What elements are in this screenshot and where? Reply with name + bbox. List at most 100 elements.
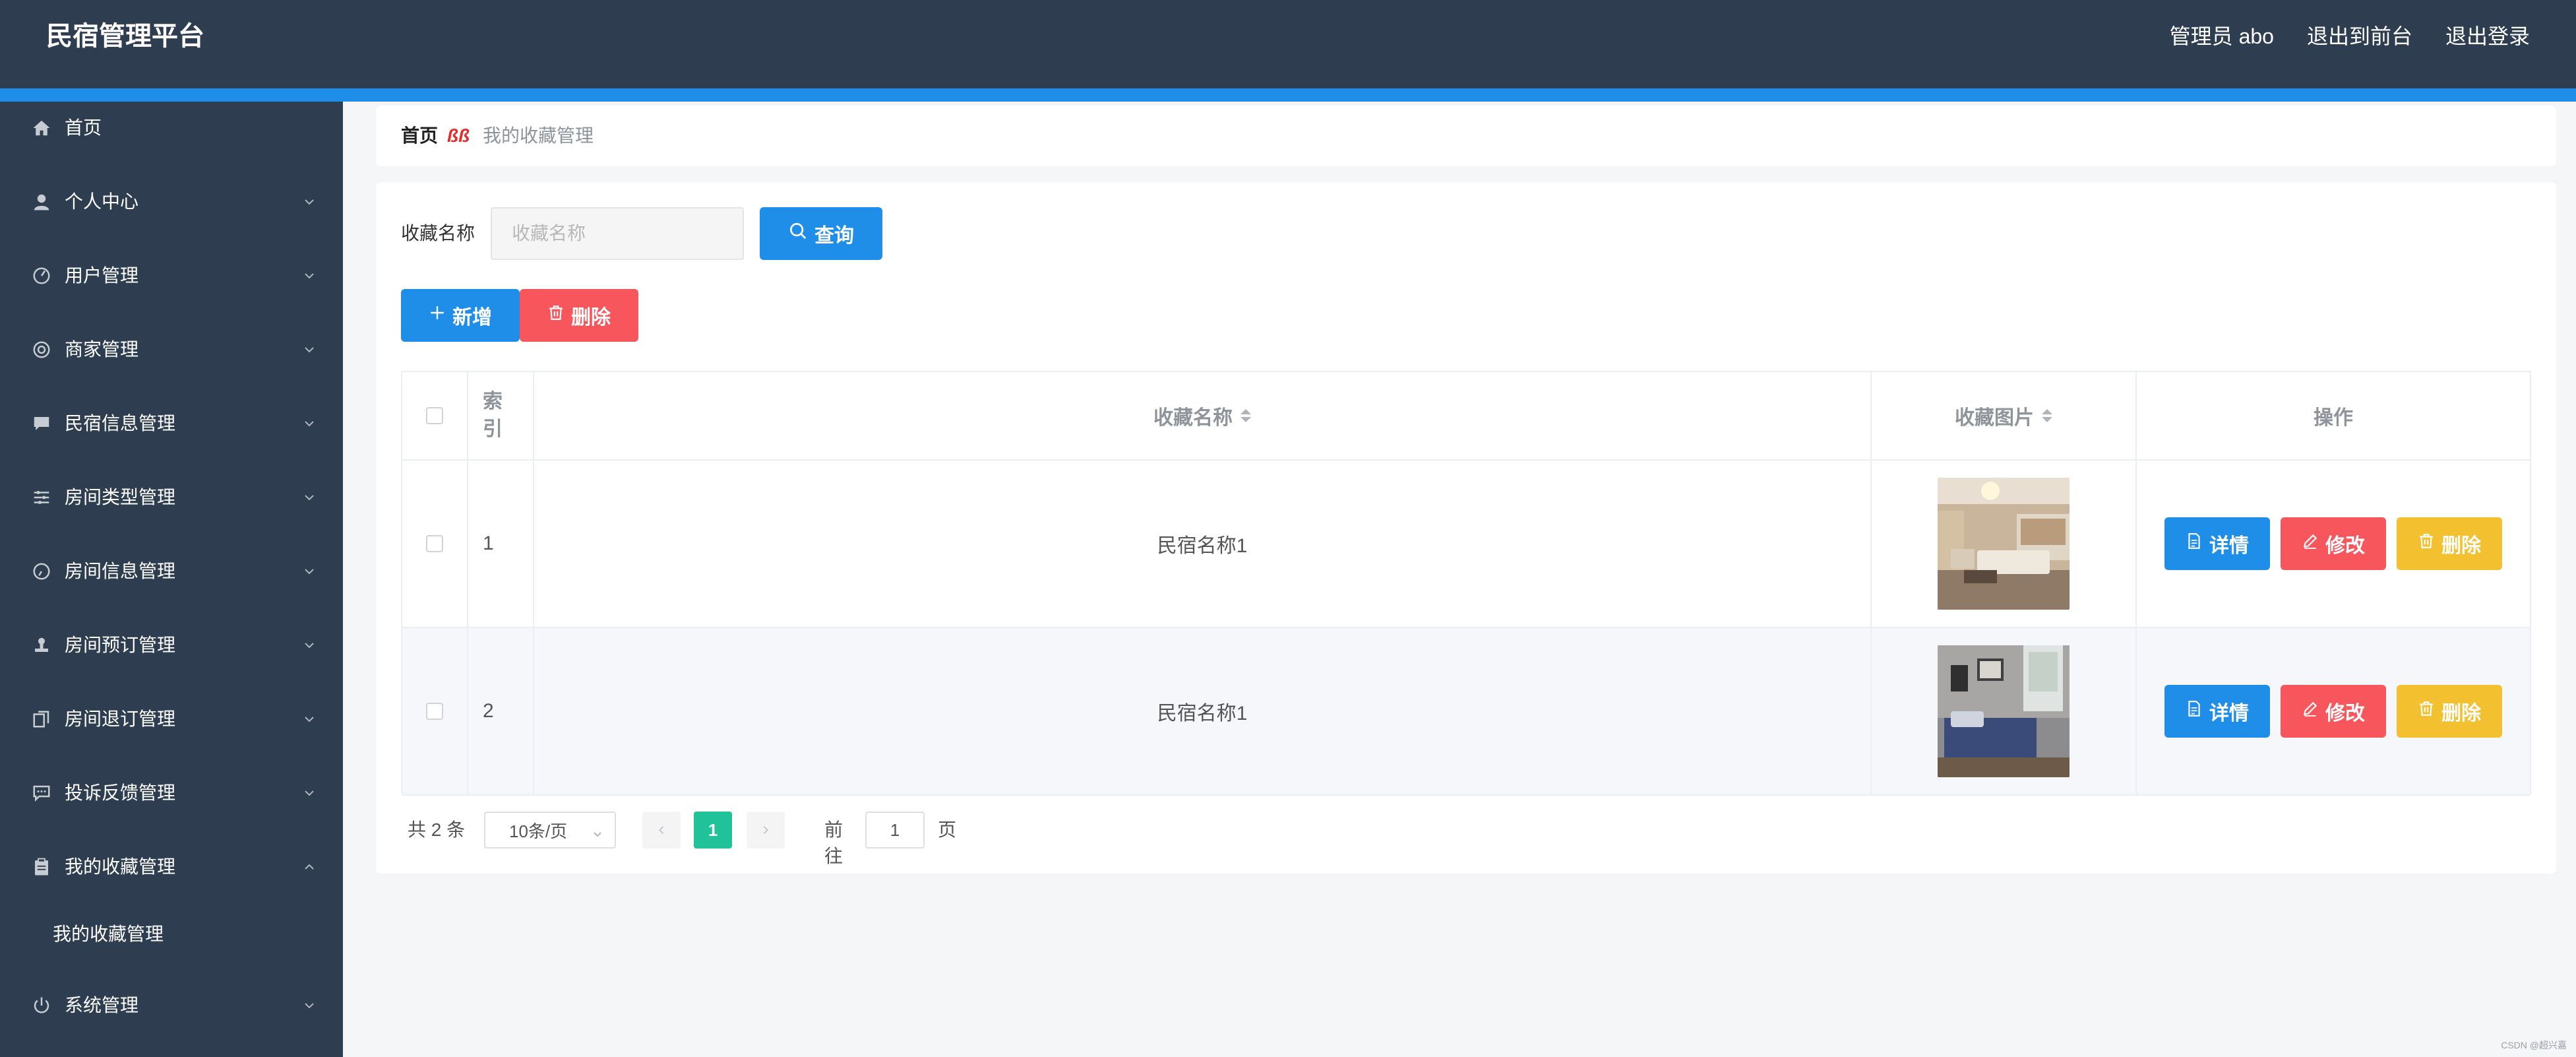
pencil-icon bbox=[2302, 532, 2319, 555]
sidebar-item-homestay-info[interactable]: 民宿信息管理 bbox=[0, 397, 343, 450]
sort-icon[interactable] bbox=[2042, 409, 2052, 422]
breadcrumb-home[interactable]: 首页 bbox=[401, 123, 438, 149]
breadcrumb: 首页 ßß 我的收藏管理 bbox=[376, 106, 2556, 166]
sidebar-item-room-info[interactable]: 房间信息管理 bbox=[0, 545, 343, 598]
edit-button[interactable]: 修改 bbox=[2281, 685, 2386, 738]
living-room-photo[interactable] bbox=[1938, 478, 2070, 610]
chevron-down-icon bbox=[302, 638, 317, 653]
trash-icon bbox=[2418, 700, 2435, 722]
search-label: 收藏名称 bbox=[401, 223, 475, 243]
power-icon bbox=[30, 994, 53, 1017]
name-header[interactable]: 收藏名称 bbox=[534, 372, 1872, 461]
chevron-down-icon bbox=[302, 564, 317, 579]
sidebar-item-label: 民宿信息管理 bbox=[65, 413, 176, 433]
message-icon bbox=[30, 412, 53, 435]
home-icon bbox=[30, 117, 53, 139]
sidebar-item-label: 系统管理 bbox=[65, 995, 139, 1015]
row-ops-cell: 详情 修改 删除 bbox=[2137, 461, 2530, 627]
breadcrumb-current: 我的收藏管理 bbox=[483, 125, 594, 146]
delete-button[interactable]: 删除 bbox=[520, 289, 638, 342]
chevron-up-icon bbox=[302, 860, 317, 874]
sliders-icon bbox=[30, 486, 53, 509]
row-ops-cell: 详情 修改 删除 bbox=[2137, 628, 2530, 794]
delete-button-label: 删除 bbox=[571, 307, 611, 329]
document-icon bbox=[2186, 532, 2203, 555]
index-header-label: 索引 bbox=[483, 391, 503, 440]
row-select-cell bbox=[402, 628, 468, 794]
sidebar-item-merchants[interactable]: 商家管理 bbox=[0, 323, 343, 376]
sidebar-item-home[interactable]: 首页 bbox=[0, 102, 343, 154]
select-all-checkbox[interactable] bbox=[426, 407, 443, 424]
goto-page-input[interactable] bbox=[865, 812, 925, 849]
sidebar-item-users[interactable]: 用户管理 bbox=[0, 249, 343, 302]
row-delete-button[interactable]: 删除 bbox=[2397, 685, 2502, 738]
shop-icon bbox=[30, 338, 53, 361]
sidebar-item-complaints[interactable]: 投诉反馈管理 bbox=[0, 767, 343, 819]
prev-page-button[interactable] bbox=[642, 812, 681, 849]
row-image-cell bbox=[1872, 461, 2137, 627]
edit-button-label: 修改 bbox=[2325, 703, 2365, 724]
sidebar-subitem-my-favorites[interactable]: 我的收藏管理 bbox=[0, 908, 343, 961]
goto-label: 前往 bbox=[824, 819, 843, 866]
sidebar-item-room-booking[interactable]: 房间预订管理 bbox=[0, 619, 343, 672]
page-size-select[interactable]: 10条/页 bbox=[484, 812, 616, 849]
row-index: 1 bbox=[468, 461, 534, 627]
sidebar-item-label: 房间类型管理 bbox=[65, 487, 176, 507]
chevron-down-icon bbox=[302, 712, 317, 726]
detail-button[interactable]: 详情 bbox=[2164, 517, 2270, 570]
add-button[interactable]: 新增 bbox=[401, 289, 520, 342]
row-delete-button-label: 删除 bbox=[2441, 703, 2481, 724]
copy-icon bbox=[30, 708, 53, 730]
admin-user-label[interactable]: 管理员 abo bbox=[2170, 20, 2274, 53]
sidebar-item-profile[interactable]: 个人中心 bbox=[0, 176, 343, 228]
search-button-label: 查询 bbox=[814, 225, 854, 247]
sidebar-item-label: 首页 bbox=[65, 117, 102, 138]
row-checkbox[interactable] bbox=[426, 703, 443, 720]
clipboard-icon bbox=[30, 856, 53, 878]
sort-icon[interactable] bbox=[1241, 409, 1251, 422]
sidebar-item-room-types[interactable]: 房间类型管理 bbox=[0, 471, 343, 524]
sidebar-item-system[interactable]: 系统管理 bbox=[0, 979, 343, 1032]
chat-icon bbox=[30, 782, 53, 804]
page-number-active[interactable]: 1 bbox=[694, 812, 732, 849]
ops-header-label: 操作 bbox=[2314, 407, 2353, 429]
page-suffix: 页 bbox=[938, 819, 957, 840]
image-header[interactable]: 收藏图片 bbox=[1872, 372, 2137, 461]
chevron-down-icon bbox=[591, 825, 604, 845]
bedroom-photo[interactable] bbox=[1938, 645, 2070, 777]
row-index: 2 bbox=[468, 628, 534, 794]
dashboard-icon bbox=[30, 265, 53, 287]
sidebar-item-label: 房间信息管理 bbox=[65, 561, 176, 581]
sidebar-item-label: 投诉反馈管理 bbox=[65, 783, 176, 803]
search-button[interactable]: 查询 bbox=[760, 207, 882, 260]
chevron-down-icon bbox=[302, 269, 317, 283]
row-checkbox[interactable] bbox=[426, 535, 443, 552]
page-size-value: 10条/页 bbox=[509, 821, 568, 841]
chevron-left-icon bbox=[656, 819, 667, 841]
next-page-button[interactable] bbox=[747, 812, 785, 849]
chevron-down-icon bbox=[302, 416, 317, 431]
chevron-down-icon bbox=[302, 490, 317, 505]
chevron-down-icon bbox=[302, 998, 317, 1013]
sidebar-item-label: 我的收藏管理 bbox=[65, 856, 176, 877]
row-delete-button[interactable]: 删除 bbox=[2397, 517, 2502, 570]
detail-button-label: 详情 bbox=[2209, 703, 2249, 724]
row-image-cell bbox=[1872, 628, 2137, 794]
add-button-label: 新增 bbox=[452, 307, 492, 329]
logout-link[interactable]: 退出登录 bbox=[2445, 20, 2530, 53]
edit-button[interactable]: 修改 bbox=[2281, 517, 2386, 570]
row-name: 民宿名称1 bbox=[534, 461, 1872, 627]
sidebar-item-room-cancel[interactable]: 房间退订管理 bbox=[0, 693, 343, 746]
chevron-down-icon bbox=[302, 786, 317, 800]
pencil-icon bbox=[2302, 700, 2319, 722]
image-header-label: 收藏图片 bbox=[1955, 407, 2034, 429]
exit-to-front-link[interactable]: 退出到前台 bbox=[2307, 20, 2412, 53]
search-icon bbox=[788, 221, 808, 246]
sidebar-item-favorites[interactable]: 我的收藏管理 bbox=[0, 841, 343, 893]
search-input[interactable] bbox=[491, 207, 744, 260]
app-title: 民宿管理平台 bbox=[46, 22, 204, 51]
breadcrumb-separator: ßß bbox=[447, 125, 470, 146]
trash-icon bbox=[2418, 532, 2435, 555]
row-delete-button-label: 删除 bbox=[2441, 535, 2481, 557]
detail-button[interactable]: 详情 bbox=[2164, 685, 2270, 738]
